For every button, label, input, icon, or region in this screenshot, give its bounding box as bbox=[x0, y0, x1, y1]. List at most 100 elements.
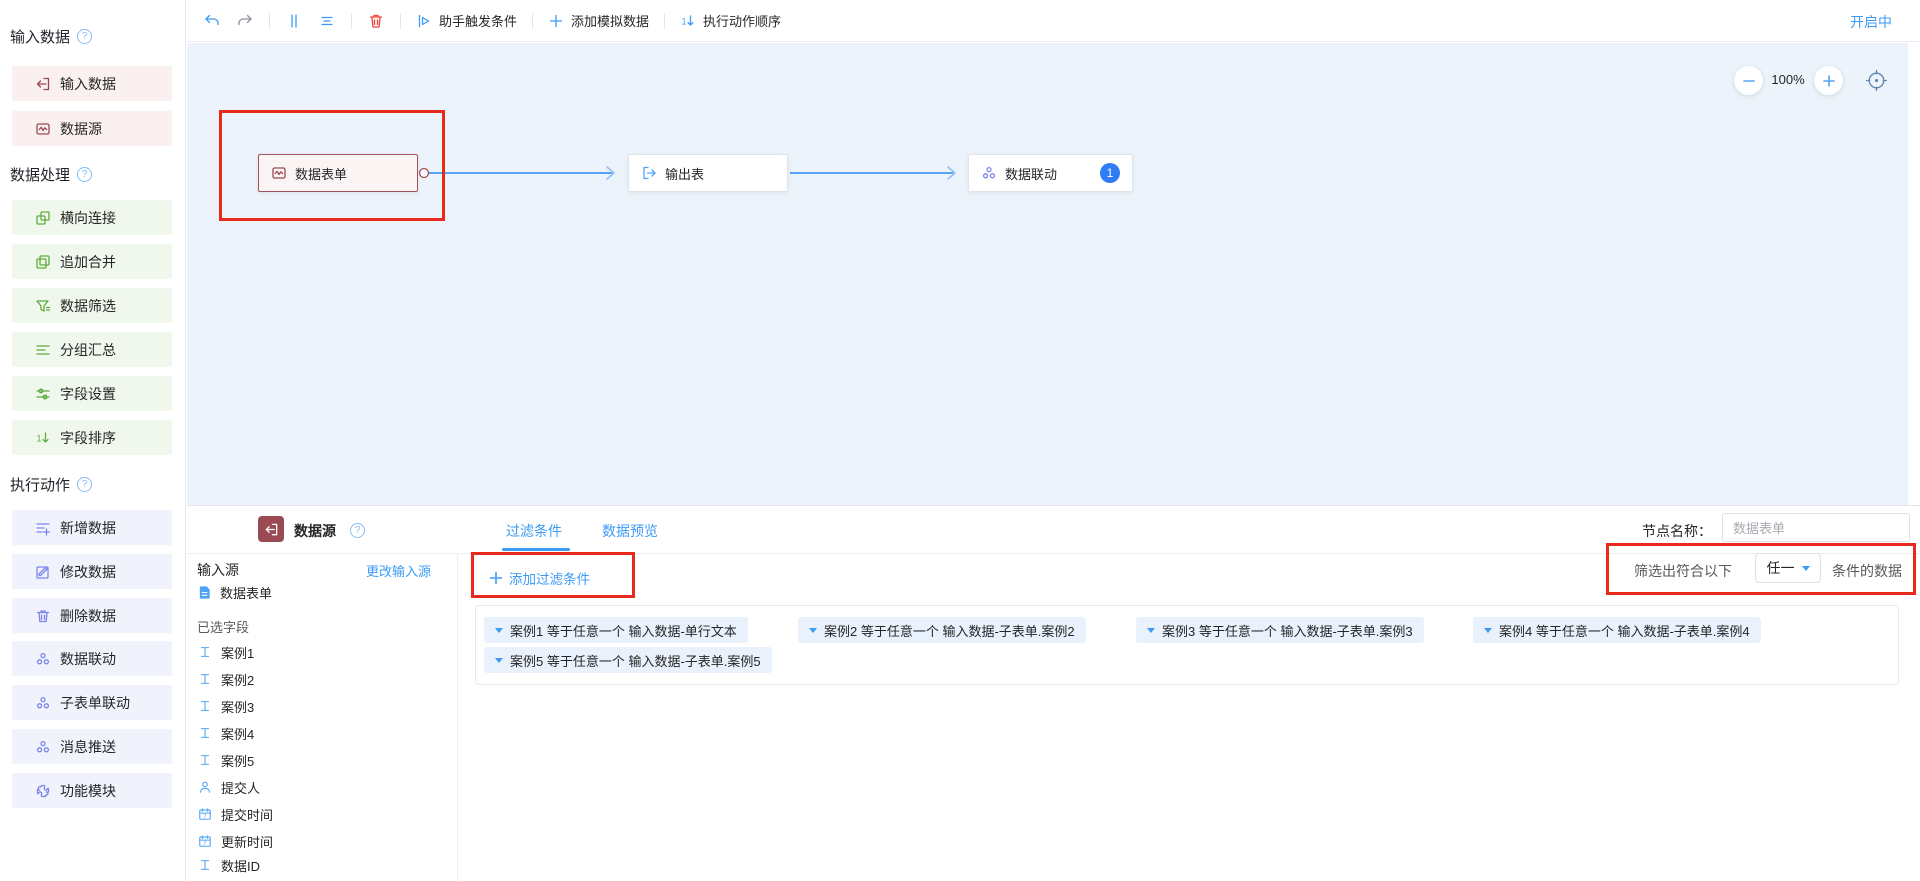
field-row[interactable]: 案例3 bbox=[198, 697, 254, 715]
node-data-linkage[interactable]: 数据联动 1 bbox=[968, 154, 1133, 192]
sidebar-item-label: 字段排序 bbox=[60, 428, 116, 448]
add-filter-condition-button[interactable]: 添加过滤条件 bbox=[489, 568, 590, 588]
sidebar-item-append-merge[interactable]: 追加合并 bbox=[12, 244, 172, 279]
question-circle-icon[interactable]: ? bbox=[77, 167, 92, 182]
field-row[interactable]: 7 更新时间 bbox=[198, 832, 273, 850]
sidebar-item-add-data[interactable]: 新增数据 bbox=[12, 510, 172, 545]
match-mode-suffix: 条件的数据 bbox=[1832, 561, 1902, 581]
field-row[interactable]: 案例4 bbox=[198, 724, 254, 742]
sidebar-item-field-sort[interactable]: 1 字段排序 bbox=[12, 420, 172, 455]
align-vertical-icon[interactable] bbox=[285, 12, 303, 30]
filter-condition-chip[interactable]: 案例5 等于任意一个 输入数据-子表单.案例5 bbox=[484, 647, 772, 673]
pulse-icon bbox=[271, 165, 287, 181]
sidebar-item-label: 数据源 bbox=[60, 119, 102, 139]
action-order-label: 执行动作顺序 bbox=[703, 11, 781, 30]
sidebar-item-label: 删除数据 bbox=[60, 606, 116, 626]
change-input-source-link[interactable]: 更改输入源 bbox=[366, 561, 431, 580]
tab-filter-conditions[interactable]: 过滤条件 bbox=[506, 521, 562, 541]
assistant-trigger-label: 助手触发条件 bbox=[439, 11, 517, 30]
sidebar-item-data-filter[interactable]: 数据筛选 bbox=[12, 288, 172, 323]
field-row[interactable]: 数据ID bbox=[198, 856, 260, 874]
field-name: 案例2 bbox=[221, 670, 254, 689]
sidebar-item-label: 分组汇总 bbox=[60, 340, 116, 360]
sidebar-item-field-settings[interactable]: 字段设置 bbox=[12, 376, 172, 411]
field-row[interactable]: 案例5 bbox=[198, 751, 254, 769]
sidebar-item-delete-data[interactable]: 删除数据 bbox=[12, 598, 172, 633]
align-horizontal-icon[interactable] bbox=[318, 12, 336, 30]
assistant-trigger-button[interactable]: 助手触发条件 bbox=[416, 11, 517, 30]
filter-condition-chip[interactable]: 案例2 等于任意一个 输入数据-子表单.案例2 bbox=[798, 617, 1086, 643]
filter-condition-chip[interactable]: 案例1 等于任意一个 输入数据-单行文本 bbox=[484, 617, 748, 643]
question-circle-icon[interactable]: ? bbox=[350, 523, 365, 538]
match-mode-prefix: 筛选出符合以下 bbox=[1634, 561, 1732, 581]
filter-condition-text: 案例4 等于任意一个 输入数据-子表单.案例4 bbox=[1499, 621, 1750, 640]
canvas-scrollbar-track[interactable] bbox=[1908, 43, 1920, 505]
zoom-in-button[interactable] bbox=[1814, 66, 1843, 95]
field-row[interactable]: 案例2 bbox=[198, 670, 254, 688]
plus-icon bbox=[489, 571, 503, 585]
sidebar-item-message-push[interactable]: 消息推送 bbox=[12, 729, 172, 764]
undo-icon[interactable] bbox=[203, 12, 221, 30]
toolbar-divider bbox=[351, 13, 352, 29]
text-field-icon bbox=[198, 672, 212, 686]
tab-data-preview[interactable]: 数据预览 bbox=[602, 521, 658, 541]
sidebar-item-data-source[interactable]: 数据源 bbox=[12, 111, 172, 146]
sidebar-item-input-data[interactable]: 输入数据 bbox=[12, 66, 172, 101]
node-output-table[interactable]: 输出表 bbox=[628, 154, 788, 192]
person-icon bbox=[198, 780, 212, 794]
input-source-item[interactable]: 数据表单 bbox=[197, 583, 272, 602]
cluster-icon bbox=[35, 651, 51, 667]
toolbar-divider bbox=[532, 13, 533, 29]
panel-title: 数据源 bbox=[294, 521, 336, 541]
filter-condition-chip[interactable]: 案例3 等于任意一个 输入数据-子表单.案例3 bbox=[1136, 617, 1424, 643]
chevron-down-icon bbox=[809, 628, 817, 633]
sidebar-item-label: 数据筛选 bbox=[60, 296, 116, 316]
calendar-icon: 7 bbox=[198, 807, 212, 821]
sort-icon: 1 bbox=[35, 430, 51, 446]
locate-center-icon[interactable] bbox=[1864, 68, 1889, 93]
flow-canvas[interactable] bbox=[187, 43, 1908, 505]
input-source-name: 数据表单 bbox=[220, 583, 272, 602]
field-row[interactable]: 7 提交时间 bbox=[198, 805, 273, 823]
node-data-form[interactable]: 数据表单 bbox=[258, 154, 418, 192]
text-field-icon bbox=[198, 726, 212, 740]
zoom-out-button[interactable] bbox=[1734, 66, 1763, 95]
question-circle-icon[interactable]: ? bbox=[77, 477, 92, 492]
assistant-status-toggle[interactable]: 开启中 bbox=[1850, 12, 1892, 32]
toolbar-divider bbox=[664, 13, 665, 29]
action-order-button[interactable]: 1 执行动作顺序 bbox=[680, 11, 781, 30]
svg-text:1: 1 bbox=[37, 433, 42, 443]
filter-condition-chip[interactable]: 案例4 等于任意一个 输入数据-子表单.案例4 bbox=[1473, 617, 1761, 643]
export-icon bbox=[641, 165, 657, 181]
sidebar-item-data-linkage[interactable]: 数据联动 bbox=[12, 641, 172, 676]
svg-text:7: 7 bbox=[203, 841, 206, 847]
order-sort-icon: 1 bbox=[680, 13, 696, 29]
delete-node-icon[interactable] bbox=[367, 12, 385, 30]
sidebar-item-subform-linkage[interactable]: 子表单联动 bbox=[12, 685, 172, 720]
text-field-icon bbox=[198, 753, 212, 767]
section-title-text: 输入数据 bbox=[10, 26, 70, 47]
match-mode-select[interactable]: 任一 bbox=[1755, 553, 1821, 583]
sidebar-item-label: 功能模块 bbox=[60, 781, 116, 801]
chevron-down-icon bbox=[1484, 628, 1492, 633]
selected-fields-label: 已选字段 bbox=[197, 617, 249, 636]
sidebar-item-label: 数据联动 bbox=[60, 649, 116, 669]
filter-condition-text: 案例2 等于任意一个 输入数据-子表单.案例2 bbox=[824, 621, 1075, 640]
question-circle-icon[interactable]: ? bbox=[77, 29, 92, 44]
horizontal-join-icon bbox=[35, 210, 51, 226]
group-summary-icon bbox=[35, 342, 51, 358]
redo-icon[interactable] bbox=[236, 12, 254, 30]
add-mock-data-button[interactable]: 添加模拟数据 bbox=[548, 11, 649, 30]
sidebar-item-edit-data[interactable]: 修改数据 bbox=[12, 554, 172, 589]
sidebar-item-horizontal-join[interactable]: 横向连接 bbox=[12, 200, 172, 235]
field-row[interactable]: 提交人 bbox=[198, 778, 260, 796]
chevron-down-icon bbox=[495, 658, 503, 663]
sidebar-item-label: 消息推送 bbox=[60, 737, 116, 757]
sidebar-item-function-module[interactable]: 功能模块 bbox=[12, 773, 172, 808]
sidebar-item-group-summary[interactable]: 分组汇总 bbox=[12, 332, 172, 367]
sidebar-item-label: 修改数据 bbox=[60, 562, 116, 582]
input-source-title: 输入源 bbox=[197, 560, 239, 580]
text-field-icon bbox=[198, 645, 212, 659]
node-name-input[interactable] bbox=[1722, 513, 1910, 542]
field-row[interactable]: 案例1 bbox=[198, 643, 254, 661]
